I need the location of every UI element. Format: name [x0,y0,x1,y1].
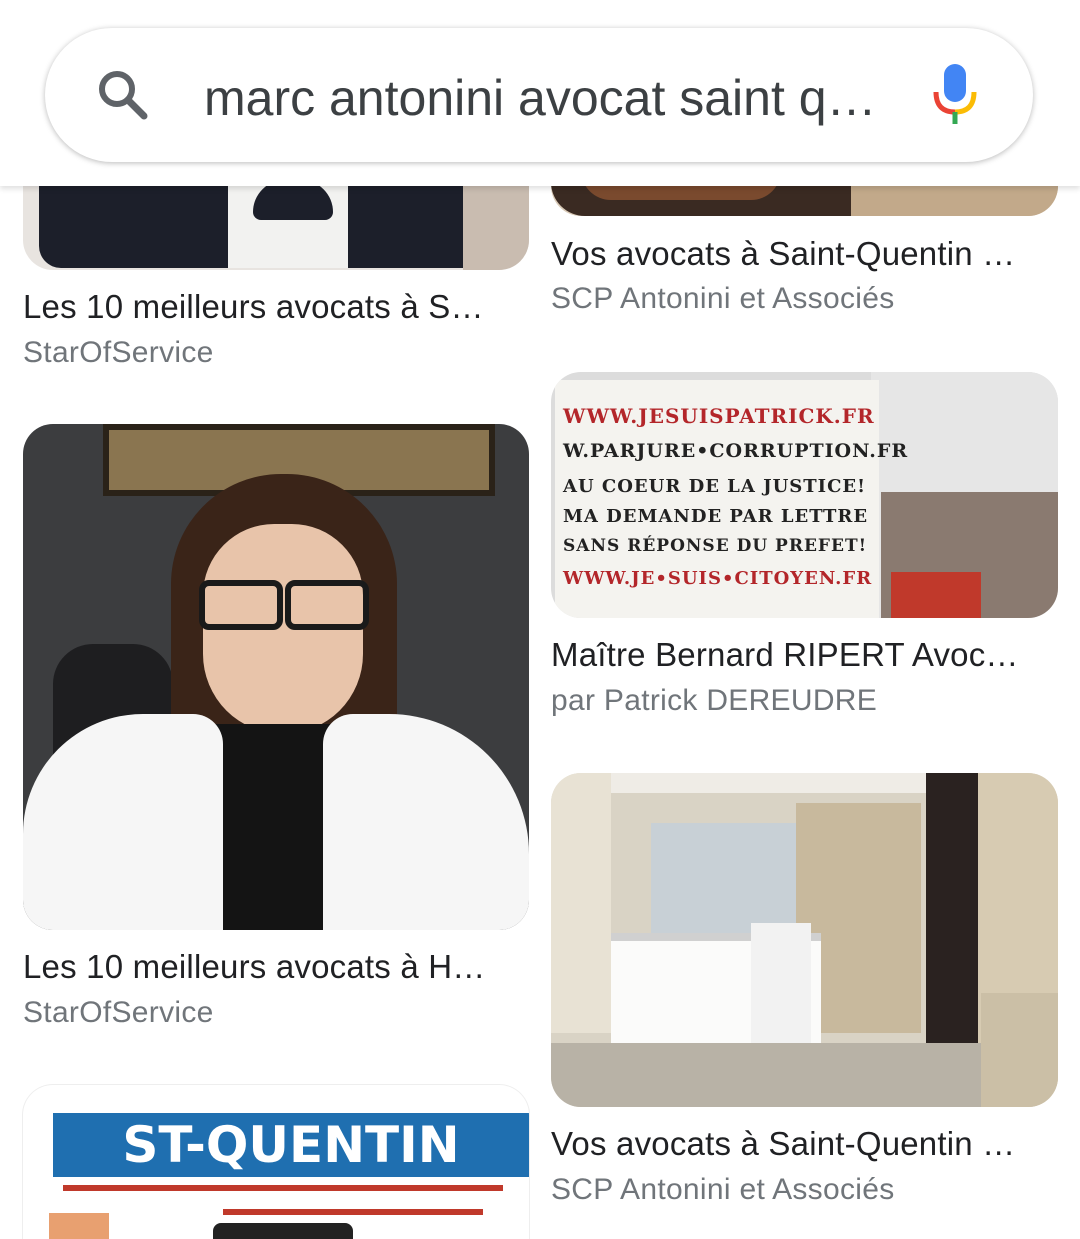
result-title-1[interactable]: Les 10 meilleurs avocats à S… [23,288,523,328]
protest-sign: WWW.JESUISPATRICK.FR W.PARJURE•CORRUPTIO… [555,380,907,618]
search-input[interactable]: marc antonini avocat saint q… [204,66,904,130]
result-title-2[interactable]: Vos avocats à Saint-Quentin … [551,235,1051,275]
sign-line-1: WWW.JESUISPATRICK.FR [563,404,875,428]
result-source-4: StarOfService [23,996,214,1029]
result-title-5[interactable]: Vos avocats à Saint-Quentin … [551,1125,1051,1165]
result-image-3[interactable]: WWW.JESUISPATRICK.FR W.PARJURE•CORRUPTIO… [551,372,1058,618]
magazine-title: ST-QUENTIN MAG [53,1113,529,1238]
search-header: marc antonini avocat saint q… [0,0,1080,186]
result-image-5[interactable] [551,773,1058,1107]
result-source-1: StarOfService [23,336,214,369]
result-title-3[interactable]: Maître Bernard RIPERT Avoc… [551,636,1051,676]
result-source-3: par Patrick DEREUDRE [551,684,878,717]
result-source-5: SCP Antonini et Associés [551,1173,895,1206]
microphone-icon[interactable] [928,62,984,128]
result-source-2: SCP Antonini et Associés [551,282,895,315]
search-icon[interactable] [94,66,154,126]
result-image-6[interactable]: ST-QUENTIN MAG [23,1085,529,1239]
result-image-4[interactable] [23,424,529,930]
sign-line-4: MA DEMANDE PAR LETTRE [563,506,869,527]
result-title-4[interactable]: Les 10 meilleurs avocats à H… [23,948,523,988]
sign-line-2: W.PARJURE•CORRUPTION.FR [563,440,909,462]
sign-line-5: SANS RÉPONSE DU PREFET! [563,536,868,556]
sign-line-6: WWW.JE•SUIS•CITOYEN.FR [563,568,873,589]
sign-line-3: AU COEUR DE LA JUSTICE! [563,476,867,497]
